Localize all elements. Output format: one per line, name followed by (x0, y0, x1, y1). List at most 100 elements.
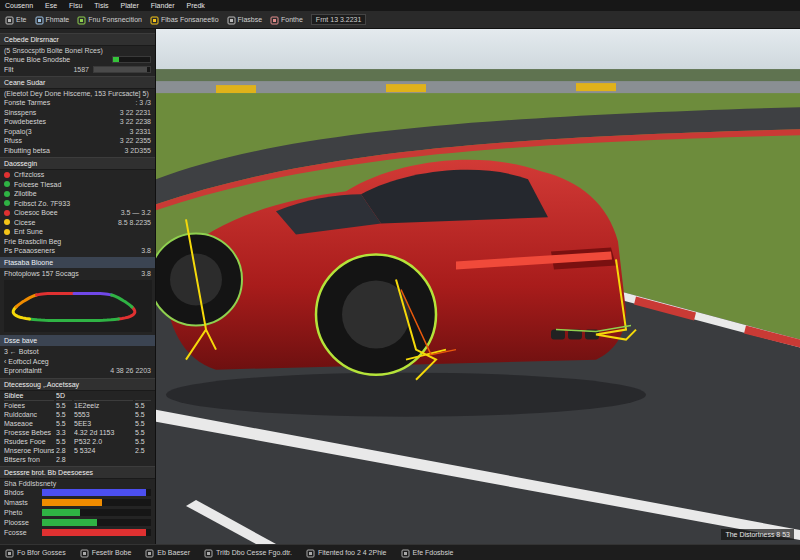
status-item[interactable]: Tritb Dbo Cesse Fgo.dtr. (204, 548, 292, 557)
status-bar: Fo Bfor Gosses Fesetir Bobe Eb Baeser Tritb… (0, 544, 800, 560)
table-cell: Mnseroe Plouns (4, 446, 54, 455)
toolbar: Ete Fhmate Fnu Fonsnecition Fibas Fonsaneet… (0, 11, 800, 29)
table-cell: 5553 (74, 410, 133, 419)
property-row[interactable]: ‹ Eofbccl Aceg (0, 357, 155, 367)
status-item[interactable]: Eb Baeser (145, 548, 190, 557)
row-value: 8.5 8.2235 (118, 218, 151, 227)
table-cell: 5.5 (135, 437, 151, 446)
status-text: Fitented foo 2 4 2Phie (318, 548, 387, 557)
diagnostic-item[interactable]: Fcibsct Zo. 7F933 (0, 199, 155, 209)
toolbar-button[interactable]: Ete (5, 15, 27, 24)
property-row[interactable]: Ps Pcaaoseners 3.8 (0, 246, 155, 256)
property-row[interactable]: Sinsspens 3 22 2231 (0, 108, 155, 118)
diagnostic-item[interactable]: Cioesoc Boee3.5 — 3.2 (0, 208, 155, 218)
diagnostic-item[interactable]: Ent Sune (0, 227, 155, 237)
table-cell: 5.5 (56, 437, 72, 446)
section-row[interactable]: Ftasaba Bloone (0, 257, 155, 268)
viewport[interactable]: The Distortness 8 53 (156, 29, 800, 544)
menu-item[interactable]: Predk (187, 1, 205, 10)
status-dot-icon (4, 210, 10, 216)
row-label: Fopalo(3 (4, 127, 126, 136)
section-header[interactable]: Ceane Sudar (0, 76, 155, 89)
property-row[interactable]: Rfuss 3 22 2355 (0, 136, 155, 146)
row-label: Sinsspens (4, 108, 116, 117)
status-item[interactable]: Efe Fdosbsie (401, 548, 454, 557)
level-fill (113, 57, 120, 62)
status-item[interactable]: Fo Bfor Gosses (5, 548, 66, 557)
meter-track (42, 529, 151, 536)
table-cell: Ruldcdanc (4, 410, 54, 419)
diagnostic-item[interactable]: Cicese8.5 8.2235 (0, 218, 155, 228)
table-cell: P532 2.0 (74, 437, 133, 446)
row-value: 3.5 — 3.2 (121, 208, 151, 217)
status-text: Fo Bfor Gosses (17, 548, 66, 557)
property-row[interactable]: Powdebestes3 22 2238 (0, 117, 155, 127)
tool-icon (270, 15, 279, 24)
level-track (93, 66, 151, 73)
track-segment (119, 307, 135, 319)
menu-item[interactable]: Flsu (69, 1, 82, 10)
row-label: Ps Pcaaoseners (4, 246, 137, 255)
property-row[interactable]: Fibutting betsa3 2D355 (0, 146, 155, 156)
diagnostic-item[interactable]: Foicese Tlesad (0, 180, 155, 190)
table-cell: 2.8 (56, 446, 72, 455)
menu-item[interactable]: Flander (151, 1, 175, 10)
track-segment (74, 319, 119, 321)
row-label: Fonste Tarmes (4, 98, 131, 107)
meter-fill (42, 529, 146, 536)
property-row[interactable]: 3 ← Botsot (0, 347, 155, 357)
toolbar-label: Fibas Fonsaneetio (161, 15, 219, 24)
table-cell-empty (74, 455, 133, 464)
table-cell: 5.5 (135, 410, 151, 419)
row-label: Renue Bloe Snodsbe (4, 55, 108, 64)
section-header[interactable]: Dtecessoug ,.Aocetssay (0, 378, 155, 391)
toolbar-button[interactable]: Fibas Fonsaneetio (150, 15, 219, 24)
menu-item[interactable]: Cousenn (5, 1, 33, 10)
status-item[interactable]: Fesetir Bobe (80, 548, 132, 557)
property-row[interactable]: Fhotoplows 157 Socags3.8 (0, 269, 155, 279)
section-header[interactable]: Desssre brot. Bb Deesoeses (0, 466, 155, 479)
toolbar-button[interactable]: Fnu Fonsnecition (77, 15, 142, 24)
row-value: 3 22 2355 (120, 136, 151, 145)
diagnostic-item[interactable]: Crfizcloss (0, 170, 155, 180)
row-label: Foicese Tlesad (14, 180, 151, 189)
row-label: Crfizcloss (14, 170, 151, 179)
toolbar-button[interactable]: Fhmate (35, 15, 70, 24)
status-icon (306, 548, 315, 557)
section-header[interactable]: Daossegin (0, 157, 155, 170)
meter-track (42, 489, 151, 496)
meter-label: Bhdos (4, 488, 38, 497)
toolbar-button[interactable]: Flasbse (227, 15, 263, 24)
status-icon (401, 548, 410, 557)
property-row[interactable]: Fonste Tarmes: 3 /3 (0, 98, 155, 108)
row-label: Fcibsct Zo. 7F933 (14, 199, 151, 208)
section-header[interactable]: Cebede Dlrsrnacr (0, 33, 155, 46)
menu-item[interactable]: Tisis (94, 1, 108, 10)
property-row[interactable]: Fopalo(33 2331 (0, 127, 155, 137)
meter-track (42, 499, 151, 506)
table-cell: Foiees (4, 401, 54, 410)
diagnostic-item[interactable]: Zllotlbe (0, 189, 155, 199)
status-bar-row[interactable]: Renue Bloe Snodsbe (0, 55, 155, 65)
track-map[interactable] (0, 278, 155, 334)
table-header: Siblee (4, 391, 54, 401)
status-bar-row[interactable]: Fllt1587 (0, 65, 155, 75)
row-label: Rfuss (4, 136, 116, 145)
status-item[interactable]: Fitented foo 2 4 2Phie (306, 548, 387, 557)
menu-bar: Cousenn Ese Flsu Tisis Plater Flander Predk (0, 0, 800, 11)
menu-item[interactable]: Plater (120, 1, 138, 10)
row-value: 3 22 2231 (120, 108, 151, 117)
property-row[interactable]: Eprondtalntt4 38 26 2203 (0, 366, 155, 376)
toolbar-field[interactable]: Frnt 13 3.2231 (311, 14, 367, 25)
meter-row: Nmasts (0, 498, 155, 508)
status-text: Efe Fdosbsie (413, 548, 454, 557)
row-label: Ent Sune (14, 227, 151, 236)
section-caption: Sha Fddlsbsnety (0, 479, 155, 488)
property-row[interactable]: Frie Brasbclin Beg (0, 237, 155, 247)
table-cell: 5.5 (135, 419, 151, 428)
toolbar-button[interactable]: Fonthe (270, 15, 303, 24)
section-row[interactable]: Dsse bave (0, 335, 155, 346)
table-cell: 5EE3 (74, 419, 133, 428)
row-value: 3.8 (141, 246, 151, 255)
menu-item[interactable]: Ese (45, 1, 57, 10)
